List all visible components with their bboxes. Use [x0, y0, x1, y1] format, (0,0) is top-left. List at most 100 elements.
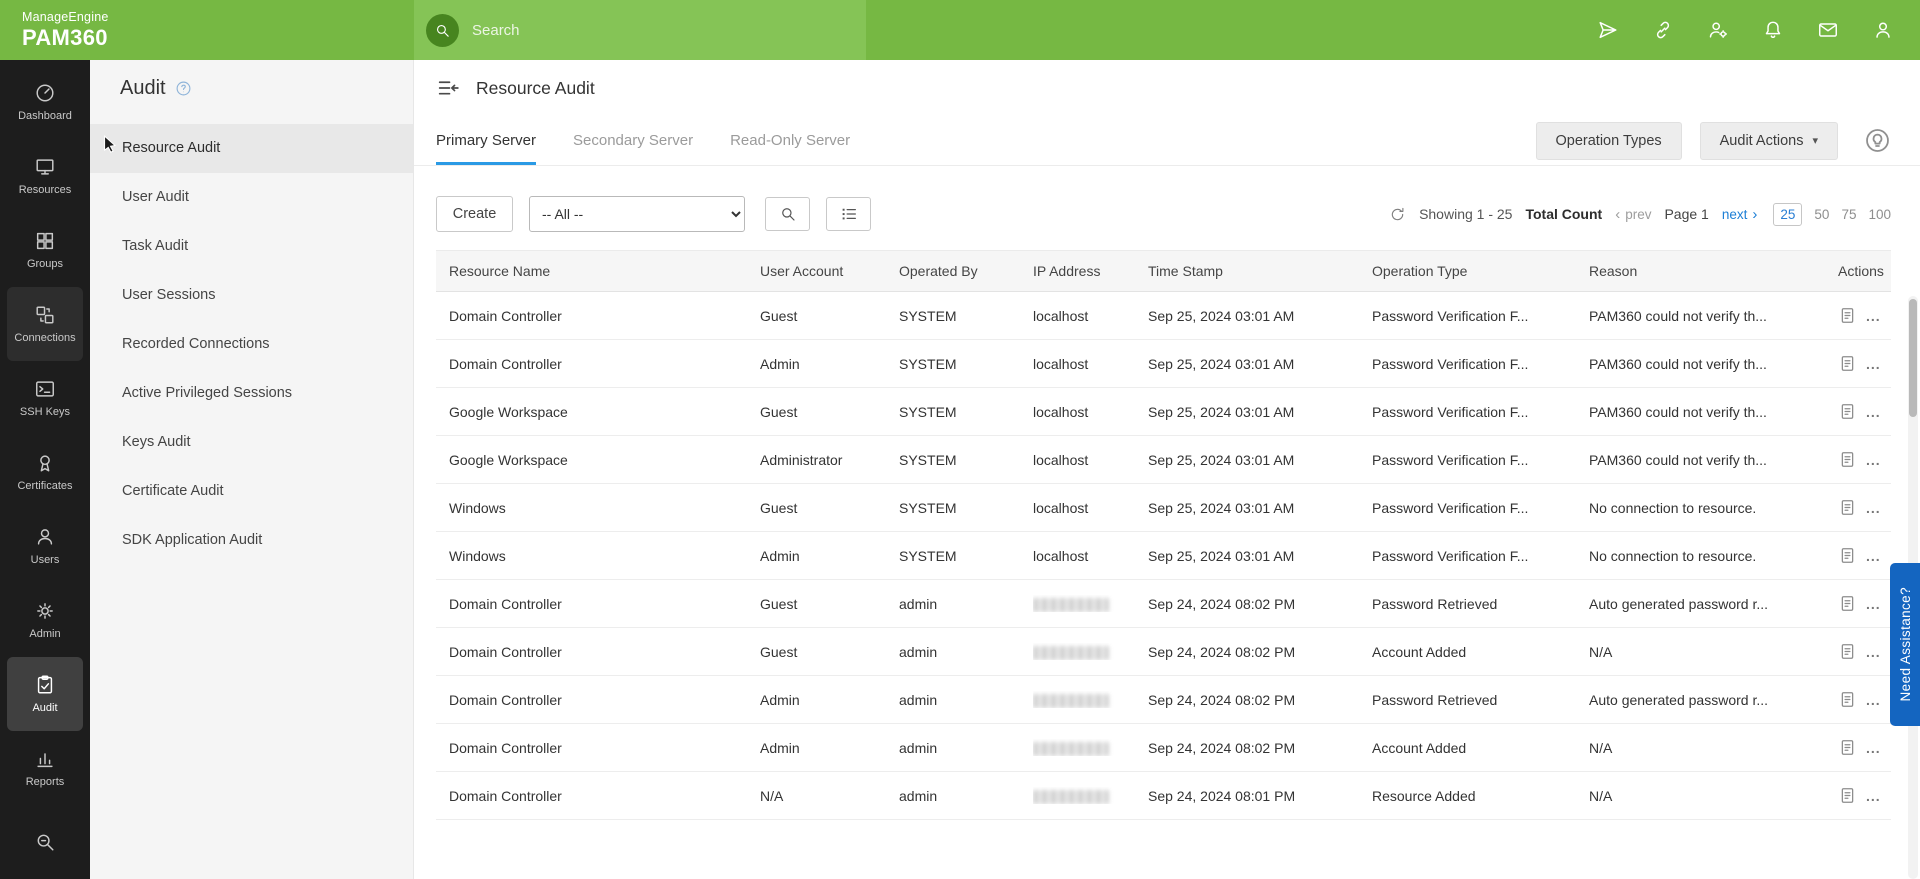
- operation-filter-select[interactable]: -- All --: [529, 196, 745, 232]
- help-icon[interactable]: [175, 80, 192, 97]
- table-row[interactable]: Windows Guest SYSTEM localhost Sep 25, 2024 …: [436, 484, 1891, 532]
- total-count-link[interactable]: Total Count: [1525, 206, 1602, 222]
- more-actions-icon[interactable]: ...: [1866, 788, 1881, 804]
- operation-type-cell: Account Added: [1372, 643, 1467, 660]
- more-actions-icon[interactable]: ...: [1866, 452, 1881, 468]
- table-row[interactable]: Domain Controller Guest SYSTEM localhost Sep…: [436, 292, 1891, 340]
- page-size-75[interactable]: 75: [1841, 207, 1856, 222]
- sidebar-item-reports[interactable]: Reports: [7, 731, 83, 805]
- link-icon[interactable]: [1652, 19, 1674, 41]
- users-icon: [34, 526, 56, 548]
- user-gear-icon[interactable]: [1707, 19, 1729, 41]
- column-chooser-button[interactable]: [826, 197, 871, 231]
- audit-actions-button[interactable]: Audit Actions ▾: [1699, 121, 1838, 160]
- reason-cell: Auto generated password r...: [1589, 691, 1768, 708]
- launch-icon[interactable]: [1597, 19, 1619, 41]
- search-input[interactable]: [459, 0, 856, 60]
- tips-icon[interactable]: [1864, 127, 1891, 154]
- mail-icon[interactable]: [1817, 19, 1839, 41]
- tab-primary-server[interactable]: Primary Server: [436, 116, 537, 165]
- page-size-25[interactable]: 25: [1773, 202, 1803, 226]
- sidebar-item-ssh-keys[interactable]: SSH Keys: [7, 361, 83, 435]
- column-header-resource-name[interactable]: Resource Name: [436, 263, 760, 279]
- brand-logo[interactable]: ManageEngine PAM360: [0, 0, 414, 60]
- record-details-icon[interactable]: [1838, 498, 1857, 517]
- create-button[interactable]: Create: [436, 196, 513, 232]
- table-row[interactable]: Domain Controller Admin admin Sep 24, 2024 …: [436, 676, 1891, 724]
- more-actions-icon[interactable]: ...: [1866, 740, 1881, 756]
- more-actions-icon[interactable]: ...: [1866, 548, 1881, 564]
- bell-icon[interactable]: [1762, 19, 1784, 41]
- audit-nav-recorded-connections[interactable]: Recorded Connections: [90, 320, 413, 369]
- audit-nav-keys-audit[interactable]: Keys Audit: [90, 418, 413, 467]
- tab-read-only-server[interactable]: Read-Only Server: [730, 116, 850, 165]
- prev-page-button[interactable]: ‹ prev: [1615, 207, 1651, 222]
- column-header-actions[interactable]: Actions: [1838, 263, 1892, 279]
- more-actions-icon[interactable]: ...: [1866, 308, 1881, 324]
- sidebar-item-users[interactable]: Users: [7, 509, 83, 583]
- table-row[interactable]: Domain Controller Guest admin Sep 24, 2024 …: [436, 628, 1891, 676]
- profile-icon[interactable]: [1872, 19, 1894, 41]
- record-details-icon[interactable]: [1838, 786, 1857, 805]
- sidebar-item-admin[interactable]: Admin: [7, 583, 83, 657]
- record-details-icon[interactable]: [1838, 690, 1857, 709]
- collapse-sidebar-icon[interactable]: [436, 76, 461, 101]
- audit-nav-sdk-application-audit[interactable]: SDK Application Audit: [90, 516, 413, 565]
- more-actions-icon[interactable]: ...: [1866, 596, 1881, 612]
- table-row[interactable]: Domain Controller Admin admin Sep 24, 2024 …: [436, 724, 1891, 772]
- page-size-50[interactable]: 50: [1814, 207, 1829, 222]
- audit-nav-resource-audit[interactable]: Resource Audit: [90, 124, 413, 173]
- record-details-icon[interactable]: [1838, 402, 1857, 421]
- sidebar-item-dashboard[interactable]: Dashboard: [7, 65, 83, 139]
- audit-nav-active-privileged-sessions[interactable]: Active Privileged Sessions: [90, 369, 413, 418]
- table-search-button[interactable]: [765, 197, 810, 231]
- table-row[interactable]: Domain Controller Guest admin Sep 24, 2024 …: [436, 580, 1891, 628]
- table-header-row: Resource Name User Account Operated By IP A…: [436, 250, 1891, 292]
- record-details-icon[interactable]: [1838, 594, 1857, 613]
- audit-nav-user-audit[interactable]: User Audit: [90, 173, 413, 222]
- user-account-cell: Admin: [760, 355, 800, 372]
- more-actions-icon[interactable]: ...: [1866, 404, 1881, 420]
- record-details-icon[interactable]: [1838, 306, 1857, 325]
- scrollbar-thumb[interactable]: [1909, 299, 1917, 417]
- audit-nav-certificate-audit[interactable]: Certificate Audit: [90, 467, 413, 516]
- tab-secondary-server[interactable]: Secondary Server: [573, 116, 693, 165]
- more-actions-icon[interactable]: ...: [1866, 692, 1881, 708]
- record-details-icon[interactable]: [1838, 642, 1857, 661]
- table-row[interactable]: Google Workspace Guest SYSTEM localhost Sep …: [436, 388, 1891, 436]
- user-account-cell: Administrator: [760, 451, 843, 468]
- column-header-operated-by[interactable]: Operated By: [899, 263, 1033, 279]
- need-assistance-tab[interactable]: Need Assistance?: [1890, 563, 1920, 726]
- column-header-user-account[interactable]: User Account: [760, 263, 899, 279]
- sidebar-item-explore[interactable]: [7, 805, 83, 879]
- column-header-operation-type[interactable]: Operation Type: [1372, 263, 1589, 279]
- page-size-100[interactable]: 100: [1868, 207, 1891, 222]
- more-actions-icon[interactable]: ...: [1866, 356, 1881, 372]
- record-details-icon[interactable]: [1838, 546, 1857, 565]
- audit-nav-task-audit[interactable]: Task Audit: [90, 222, 413, 271]
- table-row[interactable]: Windows Admin SYSTEM localhost Sep 25, 2024 …: [436, 532, 1891, 580]
- more-actions-icon[interactable]: ...: [1866, 644, 1881, 660]
- sidebar-item-audit[interactable]: Audit: [7, 657, 83, 731]
- audit-sidebar: Audit Resource Audit User Audit Task Audit…: [90, 60, 414, 879]
- audit-nav-user-sessions[interactable]: User Sessions: [90, 271, 413, 320]
- column-header-ip-address[interactable]: IP Address: [1033, 263, 1148, 279]
- column-header-time-stamp[interactable]: Time Stamp: [1148, 263, 1372, 279]
- sidebar-item-resources[interactable]: Resources: [7, 139, 83, 213]
- column-header-reason[interactable]: Reason: [1589, 263, 1838, 279]
- table-row[interactable]: Domain Controller N/A admin Sep 24, 2024 08…: [436, 772, 1891, 820]
- sidebar-item-certificates[interactable]: Certificates: [7, 435, 83, 509]
- table-row[interactable]: Google Workspace Administrator SYSTEM local…: [436, 436, 1891, 484]
- next-page-button[interactable]: next ›: [1722, 207, 1758, 222]
- redacted-ip: [1033, 741, 1109, 756]
- record-details-icon[interactable]: [1838, 738, 1857, 757]
- search-icon[interactable]: [426, 13, 459, 47]
- record-details-icon[interactable]: [1838, 450, 1857, 469]
- record-details-icon[interactable]: [1838, 354, 1857, 373]
- sidebar-item-groups[interactable]: Groups: [7, 213, 83, 287]
- table-row[interactable]: Domain Controller Admin SYSTEM localhost Sep…: [436, 340, 1891, 388]
- operation-types-button[interactable]: Operation Types: [1535, 121, 1682, 160]
- more-actions-icon[interactable]: ...: [1866, 500, 1881, 516]
- refresh-icon[interactable]: [1389, 206, 1406, 223]
- sidebar-item-connections[interactable]: Connections: [7, 287, 83, 361]
